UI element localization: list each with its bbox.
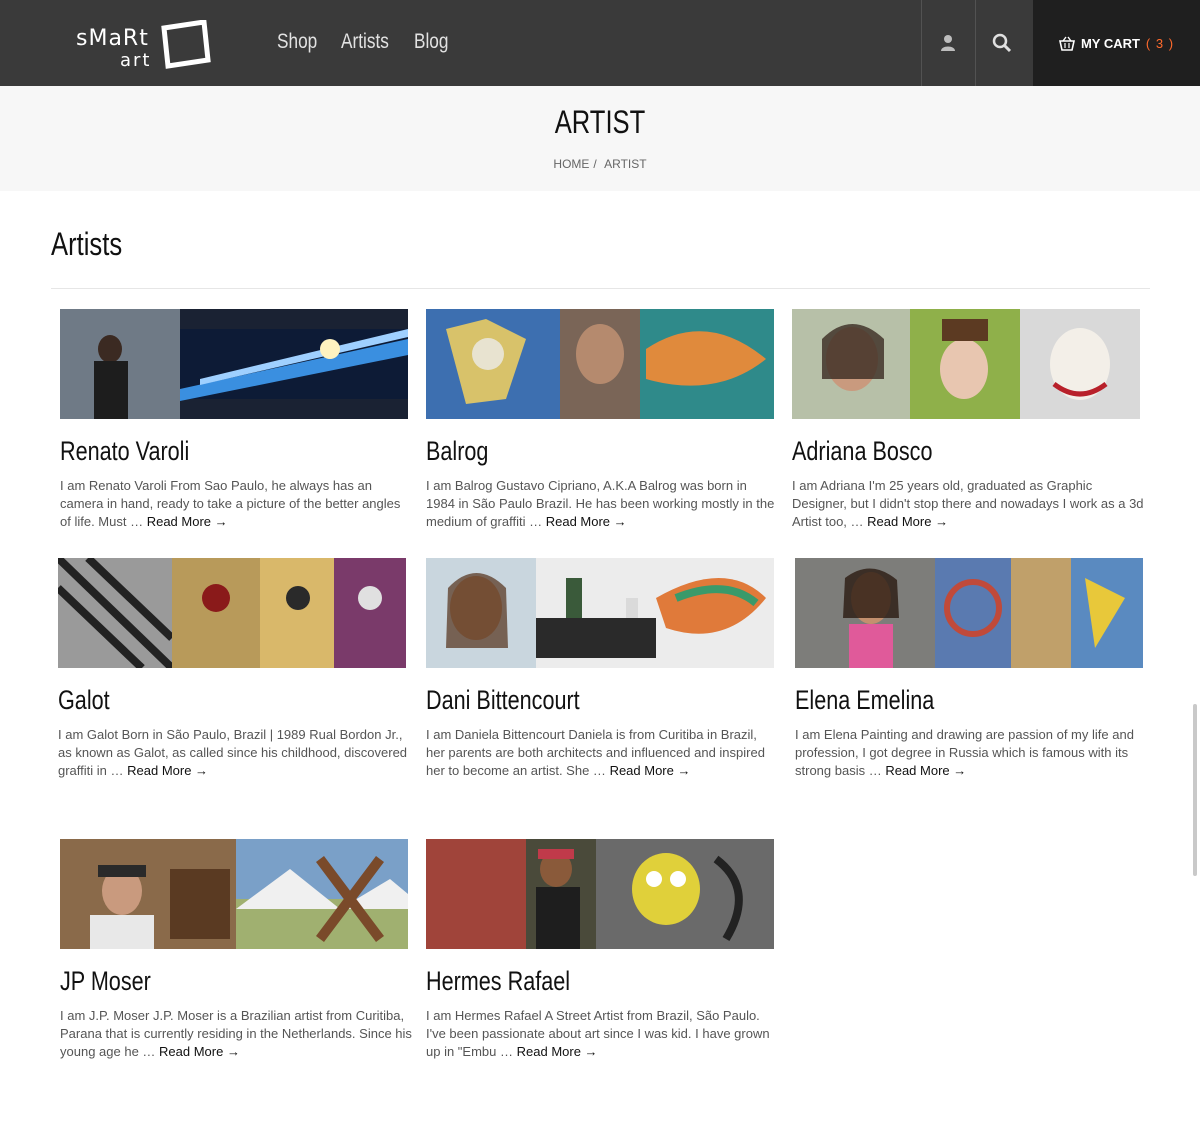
page-title-band: ARTIST HOME / ARTIST [0, 86, 1200, 191]
artist-name[interactable]: Balrog [426, 433, 706, 469]
artist-card: Balrog I am Balrog Gustavo Cipriano, A.K… [426, 309, 776, 531]
artist-excerpt: I am Galot Born in São Paulo, Brazil | 1… [58, 726, 410, 780]
artist-image[interactable] [60, 839, 408, 949]
read-more-link[interactable]: Read More → [546, 514, 627, 529]
account-button[interactable] [921, 0, 974, 86]
basket-icon [1058, 36, 1075, 51]
artist-image[interactable] [792, 309, 1140, 419]
artist-excerpt: I am Elena Painting and drawing are pass… [795, 726, 1147, 780]
logo-frame-icon [161, 20, 211, 69]
artist-excerpt: I am Hermes Rafael A Street Artist from … [426, 1007, 778, 1061]
page-title: ARTIST [554, 104, 646, 140]
breadcrumb-current: ARTIST [604, 157, 647, 171]
read-more-link[interactable]: Read More → [517, 1044, 598, 1059]
breadcrumb: HOME / ARTIST [0, 157, 1200, 171]
excerpt-text: I am Renato Varoli From Sao Paulo, he al… [60, 478, 401, 529]
section-title: Artists [51, 226, 123, 262]
user-icon [941, 35, 955, 51]
breadcrumb-separator: / [593, 157, 597, 171]
artist-card: Adriana Bosco I am Adriana I'm 25 years … [792, 309, 1144, 531]
search-icon [992, 33, 1012, 53]
scrollbar-thumb[interactable] [1193, 704, 1197, 876]
artist-image[interactable] [426, 558, 774, 668]
cart-count: ( 3 ) [1145, 35, 1175, 51]
artist-excerpt: I am Adriana I'm 25 years old, graduated… [792, 477, 1144, 531]
nav-artists[interactable]: Artists [341, 30, 389, 54]
read-more-link[interactable]: Read More → [159, 1044, 240, 1059]
artist-card: JP Moser I am J.P. Moser J.P. Moser is a… [60, 839, 412, 1061]
logo-wordmark: sMaRt [76, 26, 149, 51]
nav-blog[interactable]: Blog [414, 30, 448, 54]
artist-name[interactable]: Dani Bittencourt [426, 682, 706, 718]
artist-name[interactable]: Adriana Bosco [792, 433, 1072, 469]
excerpt-text: I am Galot Born in São Paulo, Brazil | 1… [58, 727, 408, 778]
logo-subword: art [120, 50, 152, 71]
read-more-link[interactable]: Read More → [127, 763, 208, 778]
artist-image[interactable] [795, 558, 1143, 668]
excerpt-text: I am Daniela Bittencourt Daniela is from… [426, 727, 765, 778]
search-button[interactable] [975, 0, 1028, 86]
artist-name[interactable]: Hermes Rafael [426, 963, 706, 999]
artist-image[interactable] [58, 558, 406, 668]
excerpt-text: I am Hermes Rafael A Street Artist from … [426, 1008, 770, 1059]
artist-card: Dani Bittencourt I am Daniela Bittencour… [426, 558, 776, 780]
artist-image[interactable] [426, 839, 774, 949]
artist-card: Hermes Rafael I am Hermes Rafael A Stree… [426, 839, 776, 1061]
artist-name[interactable]: JP Moser [60, 963, 340, 999]
excerpt-text: I am Adriana I'm 25 years old, graduated… [792, 478, 1144, 529]
artist-image[interactable] [426, 309, 774, 419]
read-more-link[interactable]: Read More → [147, 514, 228, 529]
artist-card: Galot I am Galot Born in São Paulo, Braz… [58, 558, 408, 780]
artist-excerpt: I am J.P. Moser J.P. Moser is a Brazilia… [60, 1007, 412, 1061]
site-logo[interactable]: sMaRt art [76, 18, 216, 70]
artist-card: Renato Varoli I am Renato Varoli From Sa… [60, 309, 410, 531]
read-more-link[interactable]: Read More → [867, 514, 948, 529]
artist-card: Elena Emelina I am Elena Painting and dr… [795, 558, 1145, 780]
artist-excerpt: I am Daniela Bittencourt Daniela is from… [426, 726, 778, 780]
artist-name[interactable]: Elena Emelina [795, 682, 1075, 718]
artist-name[interactable]: Galot [58, 682, 338, 718]
artist-image[interactable] [60, 309, 408, 419]
section-divider [51, 288, 1150, 289]
nav-shop[interactable]: Shop [277, 30, 317, 54]
artist-excerpt: I am Renato Varoli From Sao Paulo, he al… [60, 477, 412, 531]
read-more-link[interactable]: Read More → [885, 763, 966, 778]
top-navigation-bar: sMaRt art Shop Artists Blog MY CART ( 3 … [0, 0, 1200, 86]
cart-button[interactable]: MY CART ( 3 ) [1033, 0, 1200, 86]
artist-excerpt: I am Balrog Gustavo Cipriano, A.K.A Balr… [426, 477, 778, 531]
read-more-link[interactable]: Read More → [610, 763, 691, 778]
breadcrumb-home[interactable]: HOME [553, 157, 589, 171]
cart-label: MY CART [1080, 35, 1140, 51]
artist-name[interactable]: Renato Varoli [60, 433, 340, 469]
